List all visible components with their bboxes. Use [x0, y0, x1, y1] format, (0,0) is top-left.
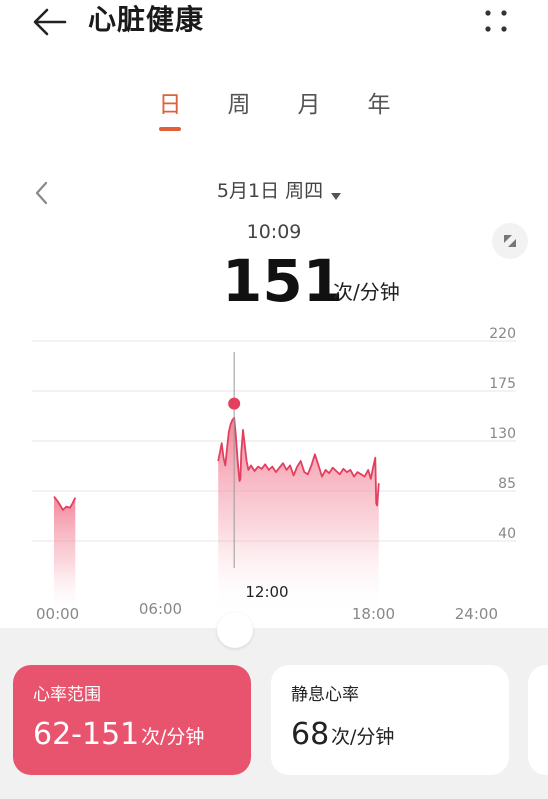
heart-rate-area: [54, 496, 76, 616]
x-tick-label: 00:00: [36, 605, 79, 623]
selected-point-marker: [228, 397, 241, 410]
y-tick-label: 130: [489, 426, 516, 442]
heart-rate-chart[interactable]: 220 175 130 85 40 00:00 06:00 12:00 18:00 24:00: [0, 316, 548, 646]
heart-rate-range-card[interactable]: 心率范围 62-151 次/分钟: [13, 665, 251, 775]
page-title: 心脏健康: [88, 3, 205, 36]
x-tick-label: 18:00: [352, 605, 395, 623]
tab-month[interactable]: 月: [289, 88, 329, 122]
heart-rate-value: 151: [222, 247, 344, 315]
tab-week[interactable]: 周: [219, 88, 259, 122]
expand-icon: [504, 235, 516, 247]
card-unit: 次/分钟: [331, 726, 395, 748]
tab-day[interactable]: 日: [150, 88, 190, 122]
chart-scrub-handle[interactable]: [217, 612, 253, 648]
active-tab-indicator: [159, 127, 181, 131]
x-tick-label: 06:00: [139, 600, 182, 618]
card-value: 68: [291, 717, 330, 752]
card-unit: 次/分钟: [141, 726, 205, 748]
card-title: 静息心率: [291, 685, 359, 705]
expand-chart-button[interactable]: [492, 223, 528, 259]
resting-heart-rate-card[interactable]: 静息心率 68 次/分钟: [271, 665, 509, 775]
tab-year[interactable]: 年: [359, 88, 399, 122]
previous-day-chevron-icon[interactable]: [30, 178, 52, 208]
y-tick-label: 85: [498, 476, 516, 492]
y-tick-label: 40: [498, 526, 516, 542]
x-tick-label: 12:00: [245, 583, 288, 601]
dropdown-caret-icon[interactable]: [330, 187, 342, 200]
card-value: 62-151: [33, 717, 140, 752]
card-title: 心率范围: [33, 685, 101, 705]
y-tick-label: 220: [489, 326, 516, 342]
next-card[interactable]: [528, 665, 548, 775]
more-options-icon[interactable]: [478, 4, 514, 38]
heart-rate-unit: 次/分钟: [333, 280, 400, 304]
reading-time: 10:09: [246, 221, 302, 243]
x-tick-label: 24:00: [455, 605, 498, 623]
back-arrow-icon[interactable]: [30, 4, 70, 40]
y-tick-label: 175: [489, 376, 516, 392]
